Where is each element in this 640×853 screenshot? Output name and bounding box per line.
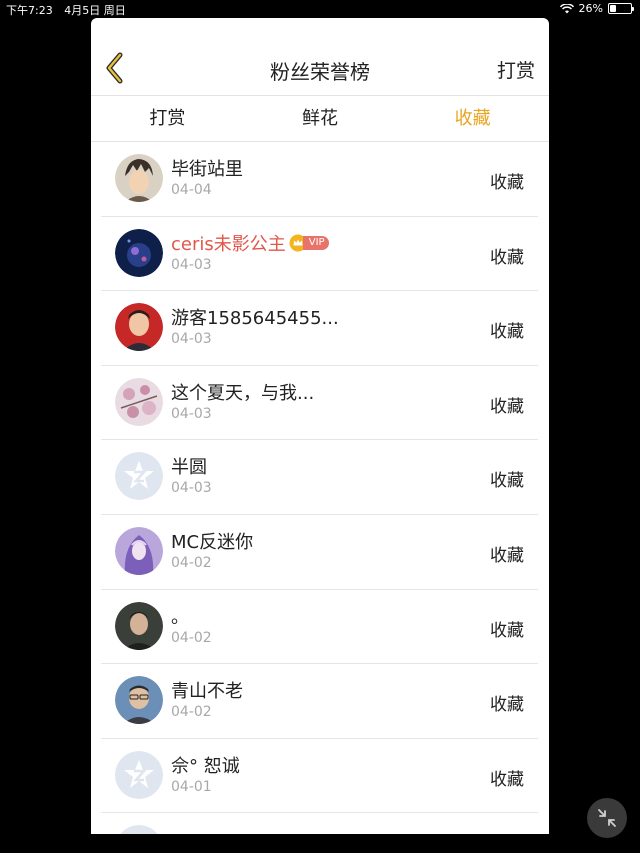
fans-honor-panel: 粉丝荣誉榜 打赏 打赏 鲜花 收藏 毕街站里 04-04 收藏 ceris未影公主 VI… <box>91 18 549 834</box>
fan-row[interactable]: 毕街站里 04-04 收藏 <box>101 142 538 217</box>
fan-date: 04-03 <box>171 331 212 348</box>
avatar[interactable] <box>115 452 163 501</box>
fan-name: 青山不老 <box>171 677 243 703</box>
fan-row[interactable]: MC反迷你 04-02 收藏 <box>101 515 538 590</box>
fan-name-text: 佘° 恕诚 <box>171 755 240 777</box>
collapse-arrows-icon <box>598 809 616 827</box>
reward-button[interactable]: 打赏 <box>497 56 535 83</box>
fan-name-text: 青山不老 <box>171 681 243 703</box>
fan-row[interactable]: 半圆 04-03 收藏 <box>101 440 538 515</box>
battery-icon <box>608 3 634 14</box>
avatar[interactable] <box>115 601 163 650</box>
header: 粉丝荣誉榜 打赏 <box>91 18 549 96</box>
fan-name: 半圆 <box>171 453 207 479</box>
fan-action-label: 收藏 <box>490 620 524 641</box>
status-left: 下午7:23 4月5日 周日 <box>6 2 134 18</box>
fan-action-label: 收藏 <box>490 247 524 268</box>
fan-row[interactable]: 佘° 恕诚 04-01 收藏 <box>101 739 538 814</box>
fan-name: MC反迷你 <box>171 528 253 554</box>
fan-date: 04-02 <box>171 704 212 721</box>
fan-name-text: 游客1585645455... <box>171 308 339 330</box>
avatar[interactable] <box>115 228 163 277</box>
wifi-icon <box>559 3 574 13</box>
status-date: 4月5日 周日 <box>64 4 126 17</box>
avatar[interactable] <box>115 526 163 575</box>
fan-row[interactable]: 。 04-02 收藏 <box>101 590 538 665</box>
battery-percent: 26% <box>578 2 603 15</box>
fan-date: 04-02 <box>171 554 212 571</box>
tab-bar: 打赏 鲜花 收藏 <box>91 96 549 142</box>
fan-name: 这个夏天，与我... <box>171 379 314 405</box>
tab-flowers[interactable]: 鲜花 <box>244 96 397 141</box>
avatar[interactable] <box>115 750 163 799</box>
fan-date: 04-02 <box>171 629 212 646</box>
fan-date: 04-03 <box>171 405 212 422</box>
fan-name-text: MC反迷你 <box>171 531 254 553</box>
fan-action-label: 收藏 <box>490 173 524 193</box>
vip-tag: VIP <box>302 235 329 250</box>
fan-name-text: 毕街站里 <box>171 159 243 180</box>
fan-name-text: 半圆 <box>171 457 207 479</box>
fan-row[interactable]: 这个夏天，与我... 04-03 收藏 <box>101 366 538 441</box>
fan-name-text: 。 <box>171 606 189 628</box>
fan-date: 04-04 <box>171 182 212 198</box>
status-time: 下午7:23 <box>6 4 53 17</box>
fan-name: 游客1585645455... <box>171 304 339 330</box>
fan-name-text: 这个夏天，与我... <box>171 382 315 404</box>
fan-date: 04-03 <box>171 480 212 497</box>
fan-name: 。 <box>171 603 189 629</box>
fan-date: 04-03 <box>171 256 212 273</box>
fan-name: ceris未影公主 VIP <box>171 230 329 256</box>
avatar[interactable] <box>115 825 163 834</box>
fan-date: 04-01 <box>171 778 212 795</box>
fan-action-label: 收藏 <box>490 396 524 417</box>
fan-action-label: 收藏 <box>490 322 524 343</box>
fan-action-label: 收藏 <box>490 545 524 566</box>
avatar[interactable] <box>115 676 163 725</box>
status-bar: 下午7:23 4月5日 周日 26% <box>0 0 640 18</box>
avatar[interactable] <box>115 303 163 352</box>
avatar[interactable] <box>115 154 163 202</box>
tab-reward[interactable]: 打赏 <box>91 96 244 141</box>
page-title: 粉丝荣誉榜 <box>270 60 370 84</box>
fan-name: 毕街站里 <box>171 155 243 181</box>
fan-action-label: 收藏 <box>490 769 524 790</box>
fan-row-partial[interactable] <box>101 813 538 834</box>
fan-action-label: 收藏 <box>490 471 524 492</box>
collapse-button[interactable] <box>587 798 627 838</box>
tab-favorites[interactable]: 收藏 <box>396 96 549 141</box>
fan-name-text: ceris未影公主 <box>171 233 286 255</box>
fan-action-label: 收藏 <box>490 695 524 716</box>
status-right: 26% <box>559 2 634 15</box>
fan-list: 毕街站里 04-04 收藏 ceris未影公主 VIP 04-03 收藏 游客15856454… <box>91 142 549 834</box>
vip-badge: VIP <box>289 234 329 252</box>
fan-row[interactable]: 游客1585645455... 04-03 收藏 <box>101 291 538 366</box>
avatar[interactable] <box>115 377 163 426</box>
fan-name: 佘° 恕诚 <box>171 752 240 778</box>
fan-row[interactable]: ceris未影公主 VIP 04-03 收藏 <box>101 217 538 292</box>
fan-row[interactable]: 青山不老 04-02 收藏 <box>101 664 538 739</box>
